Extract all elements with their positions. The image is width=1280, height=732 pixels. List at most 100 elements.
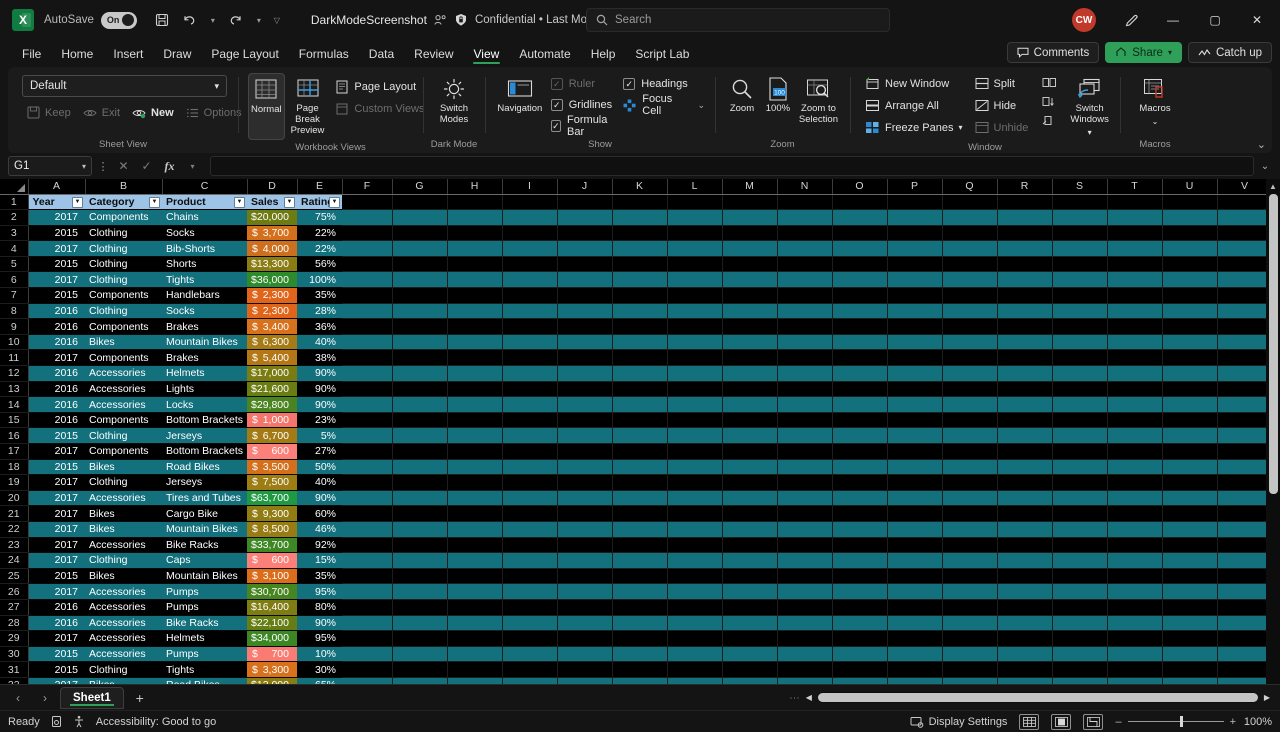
grid-cell-empty[interactable] [1162, 256, 1218, 273]
grid-cell-empty[interactable] [392, 194, 448, 211]
grid-cell-empty[interactable] [612, 365, 668, 382]
grid-cell-empty[interactable] [1107, 334, 1163, 351]
grid-cell-empty[interactable] [392, 412, 448, 429]
grid-cell-empty[interactable] [997, 318, 1053, 335]
grid-cell-empty[interactable] [1107, 568, 1163, 585]
grid-cell-empty[interactable] [777, 365, 833, 382]
grid-cell-empty[interactable] [832, 365, 888, 382]
grid-cell-empty[interactable] [887, 256, 943, 273]
grid-cell-empty[interactable] [667, 505, 723, 522]
redo-dropdown-icon[interactable]: ▾ [251, 7, 267, 33]
grid-cell-empty[interactable] [502, 334, 558, 351]
grid-cell-empty[interactable] [447, 599, 503, 616]
grid-cell-empty[interactable] [557, 349, 613, 367]
grid-cell-empty[interactable] [1162, 271, 1218, 289]
grid-cell-empty[interactable] [1107, 303, 1163, 320]
zoom-in-button[interactable]: + [1230, 716, 1236, 728]
grid-cell-empty[interactable] [392, 521, 448, 538]
grid-cell-empty[interactable] [667, 209, 723, 226]
cell-year[interactable]: 2017 [28, 537, 85, 554]
cell-rating[interactable]: 30% [297, 661, 342, 678]
grid-cell-empty[interactable] [392, 583, 448, 600]
cell-product[interactable]: Handlebars [162, 287, 248, 304]
grid-cell-empty[interactable] [502, 349, 558, 367]
grid-cell-empty[interactable] [997, 677, 1053, 684]
column-header-q[interactable]: Q [942, 179, 998, 195]
grid-cell-empty[interactable] [392, 677, 448, 684]
grid-cell-empty[interactable] [887, 677, 943, 684]
filter-button-icon[interactable]: ▼ [72, 196, 83, 208]
grid-cell-empty[interactable] [887, 630, 943, 647]
grid-cell-empty[interactable] [1107, 490, 1163, 507]
cell-year[interactable]: 2017 [28, 521, 85, 538]
grid-cell-empty[interactable] [1107, 194, 1163, 211]
grid-cell-empty[interactable] [832, 630, 888, 647]
tab-file[interactable]: File [12, 47, 51, 64]
grid-cell-empty[interactable] [942, 381, 998, 398]
grid-cell-empty[interactable] [942, 209, 998, 226]
grid-cell-empty[interactable] [832, 646, 888, 663]
cell-sales[interactable]: $1,000 [247, 412, 297, 429]
keep-button[interactable]: Keep [22, 102, 76, 123]
grid-cell-empty[interactable] [502, 459, 558, 476]
grid-cell-empty[interactable] [612, 412, 668, 429]
grid-cell-empty[interactable] [997, 240, 1053, 257]
grid-cell-empty[interactable] [1162, 552, 1218, 569]
grid-cell-empty[interactable] [1217, 287, 1273, 304]
grid-cell-empty[interactable] [447, 256, 503, 273]
grid-cell-empty[interactable] [342, 646, 393, 663]
tab-formulas[interactable]: Formulas [289, 47, 359, 64]
grid-cell-empty[interactable] [1162, 677, 1218, 684]
grid-cell-empty[interactable] [777, 256, 833, 273]
grid-cell-empty[interactable] [392, 240, 448, 257]
grid-cell-empty[interactable] [447, 271, 503, 289]
cell-product[interactable]: Brakes [162, 349, 248, 367]
grid-cell-empty[interactable] [1217, 646, 1273, 663]
grid-cell-empty[interactable] [997, 303, 1053, 320]
grid-cell-empty[interactable] [777, 599, 833, 616]
grid-cell-empty[interactable] [667, 552, 723, 569]
column-header-u[interactable]: U [1162, 179, 1218, 195]
tab-draw[interactable]: Draw [153, 47, 201, 64]
grid-cell-empty[interactable] [392, 334, 448, 351]
grid-cell-empty[interactable] [722, 396, 778, 413]
grid-cell-empty[interactable] [942, 427, 998, 444]
grid-cell-empty[interactable] [612, 427, 668, 444]
grid-cell-empty[interactable] [667, 271, 723, 289]
grid-cell-empty[interactable] [1217, 412, 1273, 429]
grid-cell-empty[interactable] [1162, 209, 1218, 226]
grid-cell-empty[interactable] [502, 615, 558, 632]
grid-cell-empty[interactable] [1107, 443, 1163, 460]
grid-cell-empty[interactable] [392, 537, 448, 554]
grid-cell-empty[interactable] [832, 490, 888, 507]
grid-cell-empty[interactable] [1217, 537, 1273, 554]
grid-cell-empty[interactable] [777, 396, 833, 413]
grid-cell-empty[interactable] [942, 474, 998, 491]
grid-cell-empty[interactable] [1052, 568, 1108, 585]
grid-cell-empty[interactable] [722, 677, 778, 684]
grid-cell-empty[interactable] [942, 537, 998, 554]
grid-cell-empty[interactable] [1162, 194, 1218, 211]
grid-cell-empty[interactable] [612, 661, 668, 678]
grid-cell-empty[interactable] [722, 194, 778, 211]
cell-sales[interactable]: $16,400 [247, 599, 297, 616]
grid-cell-empty[interactable] [832, 349, 888, 367]
grid-cell-empty[interactable] [667, 677, 723, 684]
grid-cell-empty[interactable] [447, 552, 503, 569]
cell-year[interactable]: 2017 [28, 677, 85, 684]
cell-year[interactable]: 2015 [28, 256, 85, 273]
grid-cell-empty[interactable] [1052, 599, 1108, 616]
grid-cell-empty[interactable] [777, 194, 833, 211]
row-header-4[interactable]: 4 [0, 240, 29, 257]
grid-cell-empty[interactable] [832, 334, 888, 351]
grid-cell-empty[interactable] [777, 240, 833, 257]
grid-cell-empty[interactable] [667, 334, 723, 351]
grid-cell-empty[interactable] [667, 521, 723, 538]
grid-cell-empty[interactable] [342, 240, 393, 257]
reset-window-position-button[interactable] [1037, 111, 1062, 130]
grid-cell-empty[interactable] [777, 474, 833, 491]
zoom-slider[interactable]: – + 100% [1115, 716, 1272, 728]
grid-cell-empty[interactable] [832, 568, 888, 585]
cell-product[interactable]: Tights [162, 271, 248, 289]
grid-cell-empty[interactable] [722, 661, 778, 678]
